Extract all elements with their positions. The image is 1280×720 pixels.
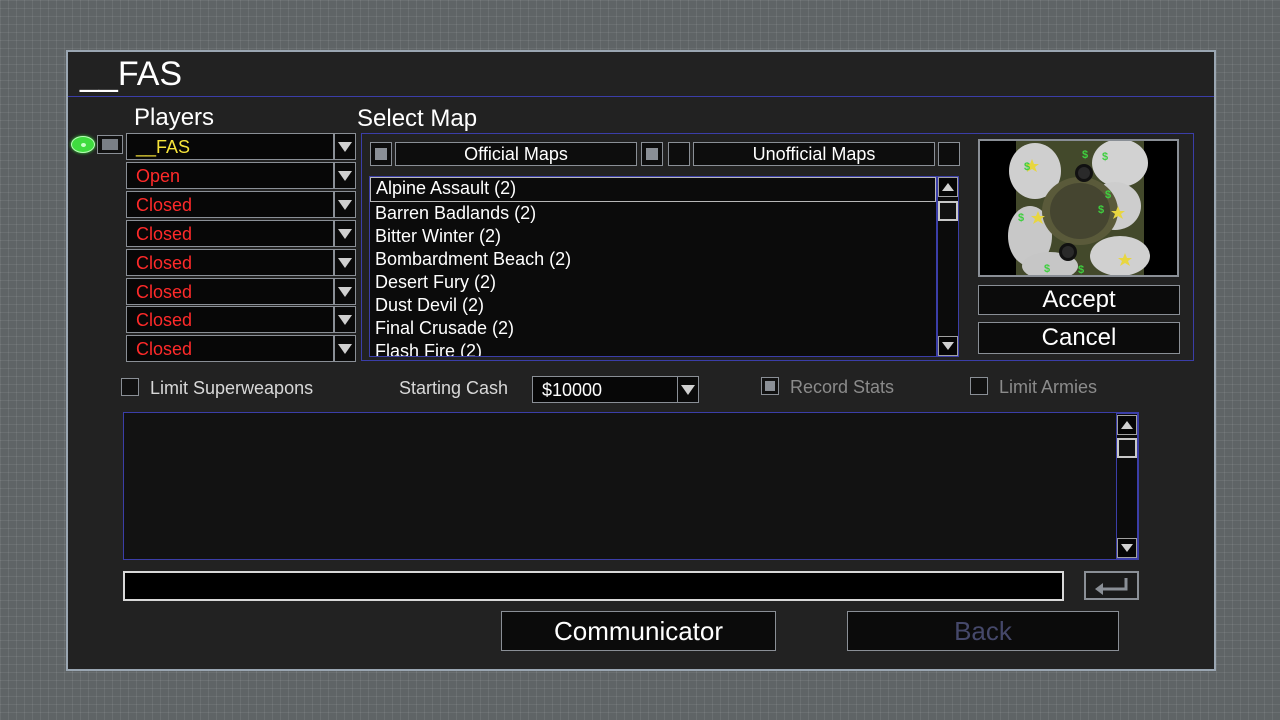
scroll-down-button[interactable] xyxy=(1117,538,1137,558)
chevron-down-icon xyxy=(338,257,352,268)
player-slot-3[interactable]: Closed xyxy=(126,191,334,218)
communicator-button[interactable]: Communicator xyxy=(501,611,776,651)
scroll-up-button[interactable] xyxy=(1117,415,1137,435)
map-list: Alpine Assault (2) Barren Badlands (2) B… xyxy=(369,176,937,357)
chevron-down-icon xyxy=(338,199,352,210)
chevron-down-icon xyxy=(338,141,352,152)
player-slot-2-dropdown[interactable] xyxy=(334,162,356,189)
svg-text:$: $ xyxy=(1024,161,1030,173)
map-list-item[interactable]: Alpine Assault (2) xyxy=(370,177,936,202)
svg-text:$: $ xyxy=(1018,212,1024,224)
title-divider xyxy=(68,96,1214,97)
map-preview: $ $ $ $ $ $ $ $ xyxy=(978,139,1179,280)
player-slot-5[interactable]: Closed xyxy=(126,249,334,276)
game-title: __FAS xyxy=(80,55,183,93)
map-list-item[interactable]: Bombardment Beach (2) xyxy=(370,248,936,271)
scroll-up-button[interactable] xyxy=(938,177,958,197)
enter-arrow-icon xyxy=(1095,578,1128,595)
chevron-down-icon xyxy=(338,228,352,239)
official-maps-toggle[interactable] xyxy=(641,142,663,166)
arrow-down-icon xyxy=(1121,544,1133,552)
record-stats-checkbox xyxy=(761,377,779,395)
starting-cash-dropdown[interactable] xyxy=(677,376,699,403)
svg-text:$: $ xyxy=(1044,263,1050,275)
chevron-down-icon xyxy=(338,314,352,325)
player-slot-3-dropdown[interactable] xyxy=(334,191,356,218)
player-slot-5-dropdown[interactable] xyxy=(334,249,356,276)
scroll-thumb[interactable] xyxy=(938,201,958,221)
chat-log xyxy=(123,412,1139,560)
svg-text:$: $ xyxy=(1082,149,1088,161)
select-map-heading: Select Map xyxy=(357,105,478,132)
map-list-scrollbar[interactable] xyxy=(937,176,959,357)
player-slot-2[interactable]: Open xyxy=(126,162,334,189)
arrow-up-icon xyxy=(1121,421,1133,429)
player-slot-7-dropdown[interactable] xyxy=(334,306,356,333)
chat-scrollbar[interactable] xyxy=(1116,413,1138,559)
send-chat-button[interactable] xyxy=(1084,571,1139,600)
host-color-icon[interactable] xyxy=(97,135,123,154)
arrow-down-icon xyxy=(942,342,954,350)
map-list-item[interactable]: Flash Fire (2) xyxy=(370,340,936,356)
chevron-down-icon xyxy=(338,286,352,297)
cancel-button[interactable]: Cancel xyxy=(978,322,1180,354)
chevron-down-icon xyxy=(338,170,352,181)
chevron-down-icon xyxy=(338,343,352,354)
record-stats-label: Record Stats xyxy=(790,377,895,397)
starting-cash-select[interactable]: $10000 xyxy=(532,376,678,403)
tab-official-maps[interactable]: Official Maps xyxy=(395,142,637,166)
player-slot-4[interactable]: Closed xyxy=(126,220,334,247)
svg-text:$: $ xyxy=(1105,189,1111,201)
starting-cash-label: Starting Cash xyxy=(399,378,509,398)
svg-text:$: $ xyxy=(1078,264,1084,275)
player-slot-8-dropdown[interactable] xyxy=(334,335,356,362)
player-slot-1[interactable]: __FAS xyxy=(126,133,334,160)
player-slot-1-dropdown[interactable] xyxy=(334,133,356,160)
unofficial-maps-toggle[interactable] xyxy=(938,142,960,166)
map-preview-image: $ $ $$ $$ $$ xyxy=(1008,139,1150,280)
player-slot-7[interactable]: Closed xyxy=(126,306,334,333)
svg-text:$: $ xyxy=(1098,204,1104,216)
tab-unofficial-maps[interactable]: Unofficial Maps xyxy=(693,142,935,166)
chevron-down-icon xyxy=(681,384,695,395)
map-list-item[interactable]: Bitter Winter (2) xyxy=(370,225,936,248)
ready-indicator-icon xyxy=(71,136,95,153)
player-slot-6[interactable]: Closed xyxy=(126,278,334,305)
official-maps-checkbox[interactable] xyxy=(370,142,392,166)
limit-armies-checkbox xyxy=(970,377,988,395)
scroll-down-button[interactable] xyxy=(938,336,958,356)
player-slot-4-dropdown[interactable] xyxy=(334,220,356,247)
map-list-item[interactable]: Final Crusade (2) xyxy=(370,317,936,340)
player-slot-6-dropdown[interactable] xyxy=(334,278,356,305)
svg-text:$: $ xyxy=(1102,151,1108,163)
limit-superweapons-checkbox[interactable] xyxy=(121,378,139,396)
chat-input[interactable] xyxy=(123,571,1064,601)
scroll-thumb[interactable] xyxy=(1117,438,1137,458)
back-button: Back xyxy=(847,611,1119,651)
map-list-item[interactable]: Desert Fury (2) xyxy=(370,271,936,294)
arrow-up-icon xyxy=(942,183,954,191)
map-list-item[interactable]: Dust Devil (2) xyxy=(370,294,936,317)
map-list-item[interactable]: Barren Badlands (2) xyxy=(370,202,936,225)
players-heading: Players xyxy=(134,104,215,131)
accept-button[interactable]: Accept xyxy=(978,285,1180,315)
limit-superweapons-label: Limit Superweapons xyxy=(150,378,314,398)
limit-armies-label: Limit Armies xyxy=(999,377,1098,397)
unofficial-maps-checkbox[interactable] xyxy=(668,142,690,166)
player-slot-8[interactable]: Closed xyxy=(126,335,334,362)
